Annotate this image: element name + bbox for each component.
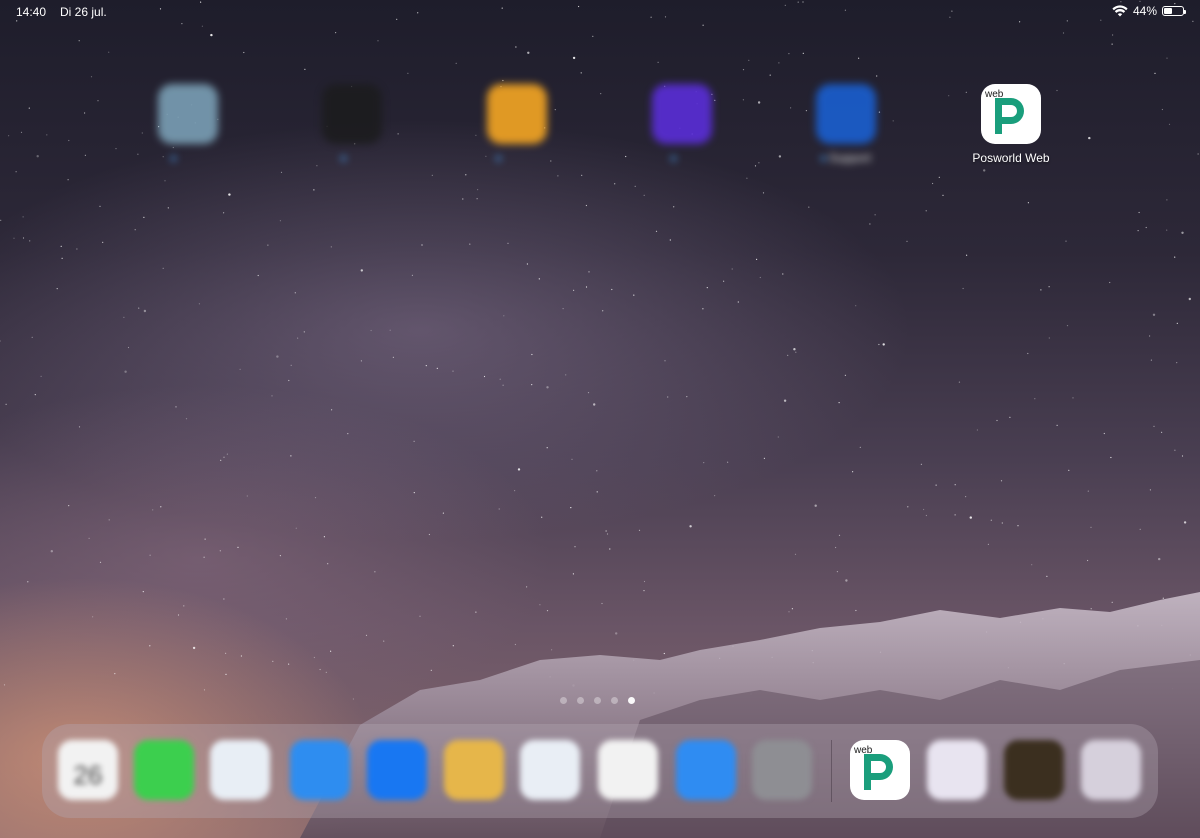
dock-posworld-web-dock-icon[interactable]: web <box>850 740 910 800</box>
battery-percent: 44% <box>1132 4 1157 18</box>
status-bar: 14:40 Di 26 jul. 44% <box>0 0 1200 24</box>
app-3[interactable] <box>467 84 567 165</box>
page-indicator[interactable] <box>560 697 635 704</box>
app-label <box>467 151 567 165</box>
page-dot[interactable] <box>611 697 618 704</box>
status-right: 44% <box>1112 4 1186 18</box>
dock-mail-icon[interactable] <box>290 740 350 800</box>
app-3-icon <box>487 84 547 144</box>
dock-app-dark-icon[interactable] <box>1004 740 1064 800</box>
app-2-icon <box>322 84 382 144</box>
status-date: Di 26 jul. <box>60 5 107 19</box>
dock-calendar-date: 26 <box>73 760 103 790</box>
page-dot[interactable] <box>560 697 567 704</box>
battery-level <box>1164 8 1172 14</box>
dock-safari-icon[interactable] <box>520 740 580 800</box>
dock-messages-icon[interactable] <box>134 740 194 800</box>
support-icon <box>816 84 876 144</box>
app-1-icon <box>158 84 218 144</box>
app-label-posworld-web: Posworld Web <box>972 151 1050 165</box>
dock-app-blue-icon[interactable] <box>676 740 736 800</box>
dock-messenger-icon[interactable] <box>927 740 987 800</box>
app-label <box>138 151 238 165</box>
app-label-support: Support <box>796 151 896 165</box>
app-4-icon <box>652 84 712 144</box>
dock-app-folder-icon[interactable] <box>1081 740 1141 800</box>
app-4[interactable] <box>632 84 732 165</box>
app-label <box>632 151 732 165</box>
page-dot[interactable] <box>577 697 584 704</box>
battery-icon <box>1162 6 1186 16</box>
page-dot-active[interactable] <box>628 697 635 704</box>
page-dot[interactable] <box>594 697 601 704</box>
dock-facebook-icon[interactable] <box>367 740 427 800</box>
wifi-icon <box>1112 5 1128 17</box>
dock-outlook-icon[interactable] <box>210 740 270 800</box>
app-support[interactable]: Support <box>796 84 896 165</box>
app-1[interactable] <box>138 84 238 165</box>
dock-settings-icon[interactable] <box>752 740 812 800</box>
app-2[interactable] <box>302 84 402 165</box>
dock-calendar-icon[interactable]: 26 <box>58 740 118 800</box>
app-label <box>302 151 402 165</box>
dock-youtube-icon[interactable] <box>598 740 658 800</box>
posworld-web-icon: web <box>981 84 1041 144</box>
dock-separator <box>831 740 832 802</box>
app-posworld-web[interactable]: web Posworld Web <box>961 84 1061 165</box>
dock-app-gold-icon[interactable] <box>444 740 504 800</box>
status-time: 14:40 <box>16 5 47 19</box>
